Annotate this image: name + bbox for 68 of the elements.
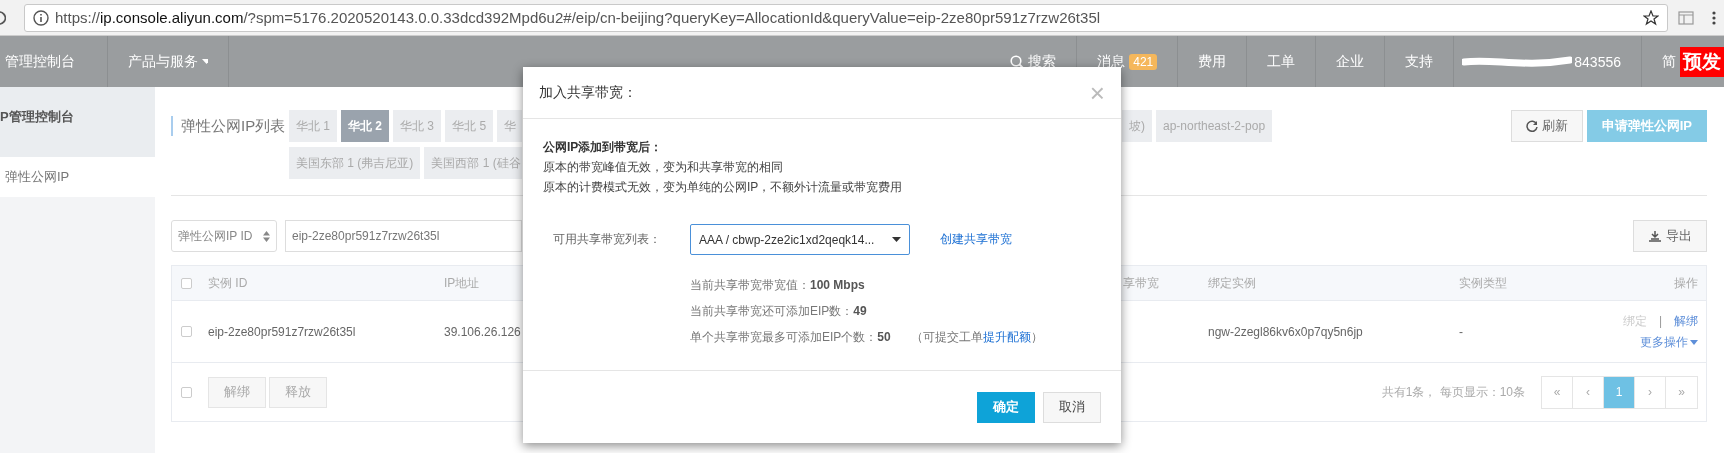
- column-header: 实例类型: [1459, 274, 1507, 292]
- url-text: https://ip.console.aliyun.com/?spm=5176.2020520143.0.0.33dcd392Mpd6u2#/eip/cn-beijing?queryKey=AllocationId&queryValue=eip-2ze80pr591z7rzw26t35l: [55, 9, 1102, 26]
- export-button[interactable]: 导出: [1633, 220, 1707, 252]
- region-tab[interactable]: 华北 1: [289, 110, 337, 142]
- field-label: 可用共享带宽列表：: [552, 231, 662, 248]
- footer-checkbox[interactable]: [181, 386, 192, 398]
- region-tab[interactable]: 华北 3: [393, 110, 442, 142]
- column-header: 享带宽: [1123, 274, 1159, 292]
- info-text: 当前共享带宽带宽值：100 Mbps: [690, 277, 865, 294]
- more-actions-link[interactable]: 更多操作: [1640, 333, 1698, 351]
- reader-icon[interactable]: [1678, 9, 1694, 26]
- nav-link[interactable]: 费用: [1177, 36, 1247, 87]
- menu-icon[interactable]: [1712, 9, 1716, 26]
- refresh-icon: [1525, 120, 1538, 132]
- table-cell: eip-2ze80pr591z7rzw26t35l: [208, 324, 356, 339]
- notice-heading: 公网IP添加到带宽后：: [543, 139, 664, 156]
- sidebar-title: P管理控制台: [0, 87, 155, 157]
- region-tab[interactable]: 华北 5: [445, 110, 494, 142]
- table-cell: ngw-2zegl86kv6x0p7qy5n6jp: [1208, 324, 1363, 339]
- region-tab[interactable]: 华北 2: [341, 110, 390, 142]
- table-cell: 39.106.26.126: [444, 324, 521, 339]
- nav-link[interactable]: 企业: [1315, 36, 1385, 87]
- note-text: （可提交工单提升配额）: [910, 329, 1043, 346]
- column-header: IP地址: [444, 274, 480, 292]
- message-count-badge: 421: [1129, 53, 1158, 70]
- bandwidth-select[interactable]: AAA / cbwp-2ze2ic1xd2qeqk14...: [690, 224, 910, 255]
- region-tab[interactable]: 华: [497, 110, 522, 142]
- table-cell: -: [1459, 324, 1463, 339]
- caret-icon: [202, 59, 208, 64]
- notice-text: 原本的计费模式无效，变为单纯的公网IP，不额外计流量或带宽费用: [543, 179, 904, 196]
- column-header: 操作: [1674, 274, 1698, 292]
- region-tab[interactable]: 美国西部 1 (硅谷: [424, 147, 522, 179]
- upgrade-quota-link[interactable]: 提升配额: [982, 330, 1031, 344]
- region-tab[interactable]: 坡): [1122, 110, 1152, 142]
- refresh-button[interactable]: 刷新: [1510, 110, 1583, 142]
- notice-text: 原本的带宽峰值无效，变为和共享带宽的相同: [543, 159, 784, 176]
- region-tab[interactable]: 美国东部 1 (弗吉尼亚): [289, 147, 421, 179]
- address-bar[interactable]: https://ip.console.aliyun.com/?spm=5176.2020520143.0.0.33dcd392Mpd6u2#/eip/cn-beijing?queryKey=AllocationId&queryValue=eip-2ze80pr591z7rzw26t35l: [24, 3, 1668, 32]
- apply-ip-button[interactable]: 申请弹性公网IP: [1586, 110, 1707, 142]
- info-text: 当前共享带宽还可添加EIP数：49: [690, 303, 867, 320]
- star-icon[interactable]: [1643, 9, 1659, 26]
- caret-icon: [1690, 339, 1698, 345]
- pagination-summary: 共有1条， 每页显示：10条: [1381, 383, 1525, 401]
- nav-link[interactable]: 支持: [1384, 36, 1454, 87]
- nav-link[interactable]: 工单: [1246, 36, 1316, 87]
- cancel-button[interactable]: 取消: [1043, 391, 1101, 423]
- region-tab[interactable]: ap-northeast-2-pop: [1156, 110, 1273, 142]
- search-field[interactable]: eip-2ze80pr591z7rzw26t35l: [285, 220, 522, 252]
- create-bandwidth-link[interactable]: 创建共享带宽: [940, 231, 1012, 248]
- column-header: 实例 ID: [208, 274, 248, 292]
- info-text: 单个共享带宽最多可添加EIP个数：50: [690, 329, 891, 346]
- separator: |: [1658, 314, 1662, 328]
- column-header: 绑定实例: [1208, 274, 1256, 292]
- select-all-checkbox[interactable]: [181, 277, 192, 289]
- caret-icon: [892, 237, 901, 242]
- sort-arrows-icon: [263, 230, 270, 242]
- dialog-title: 加入共享带宽：: [539, 83, 637, 102]
- environment-badge: 预发: [1680, 46, 1724, 77]
- account-link[interactable]: 843556: [1453, 36, 1641, 87]
- page-button[interactable]: 1: [1604, 376, 1635, 408]
- confirm-button[interactable]: 确定: [977, 391, 1035, 423]
- row-checkbox[interactable]: [181, 326, 192, 337]
- row-action-link[interactable]: 解绑: [1674, 312, 1698, 330]
- search-key-select[interactable]: 弹性公网IP ID: [171, 220, 277, 252]
- search-link[interactable]: 搜索: [990, 36, 1077, 87]
- info-icon: [33, 9, 49, 26]
- sidebar-item[interactable]: 弹性公网IP: [0, 157, 155, 197]
- export-icon: [1648, 230, 1662, 242]
